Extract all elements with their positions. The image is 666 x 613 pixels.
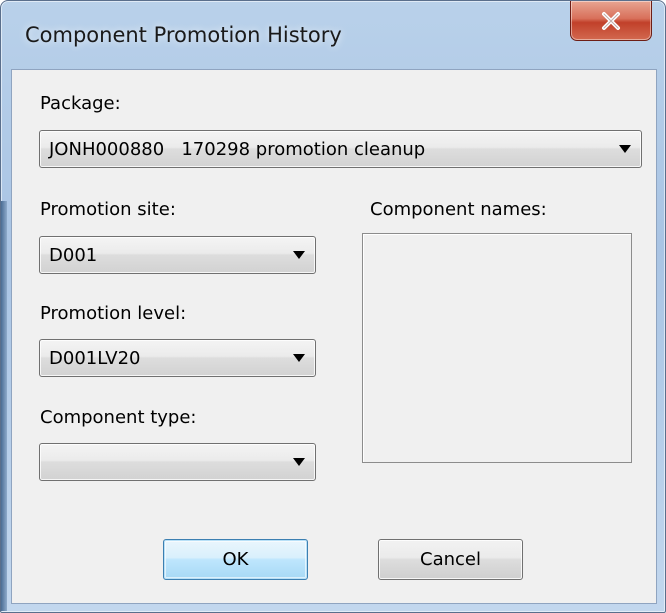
ok-button[interactable]: OK	[163, 539, 308, 580]
dialog-window: Component Promotion History Package: JON…	[0, 0, 666, 613]
promotion-level-value: D001LV20	[49, 347, 141, 369]
promotion-level-label: Promotion level:	[40, 303, 187, 324]
promotion-level-dropdown[interactable]: D001LV20	[39, 339, 316, 377]
window-frame-edge	[1, 201, 7, 611]
component-names-label: Component names:	[370, 199, 547, 220]
component-type-dropdown[interactable]	[39, 443, 316, 481]
window-title: Component Promotion History	[25, 23, 342, 47]
chevron-down-icon	[293, 458, 305, 466]
component-names-listbox[interactable]	[362, 233, 632, 463]
cancel-button[interactable]: Cancel	[378, 539, 523, 580]
close-icon	[602, 11, 620, 30]
chevron-down-icon	[293, 354, 305, 362]
promotion-site-value: D001	[49, 244, 98, 266]
dialog-client-area: Package: JONH000880 170298 promotion cle…	[11, 69, 657, 604]
component-type-label: Component type:	[40, 407, 197, 428]
chevron-down-icon	[293, 251, 305, 259]
package-dropdown[interactable]: JONH000880 170298 promotion cleanup	[39, 130, 642, 168]
close-button[interactable]	[570, 1, 652, 41]
promotion-site-label: Promotion site:	[40, 199, 176, 220]
package-value: JONH000880 170298 promotion cleanup	[49, 138, 426, 160]
title-bar[interactable]: Component Promotion History	[1, 1, 665, 75]
promotion-site-dropdown[interactable]: D001	[39, 236, 316, 274]
chevron-down-icon	[619, 145, 631, 153]
package-label: Package:	[40, 93, 121, 114]
